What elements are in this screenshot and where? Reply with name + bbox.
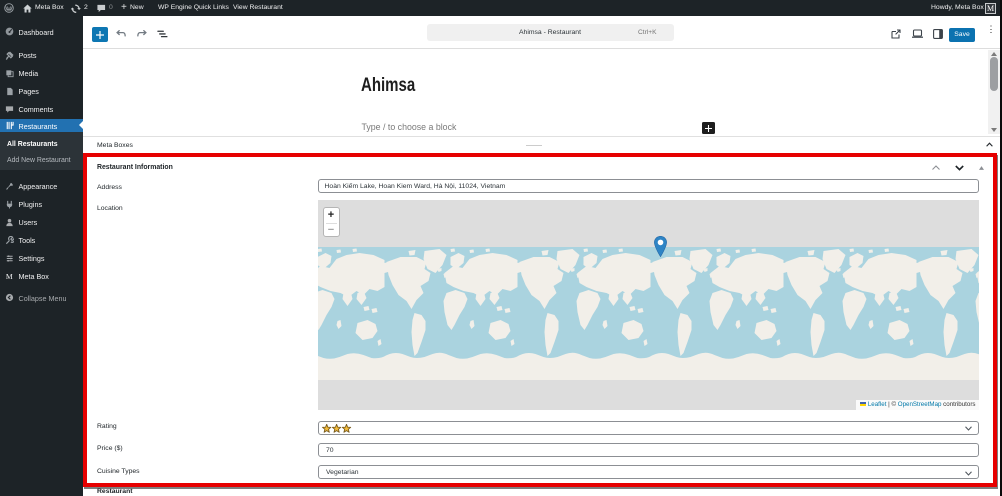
svg-text:M: M [6,272,13,281]
